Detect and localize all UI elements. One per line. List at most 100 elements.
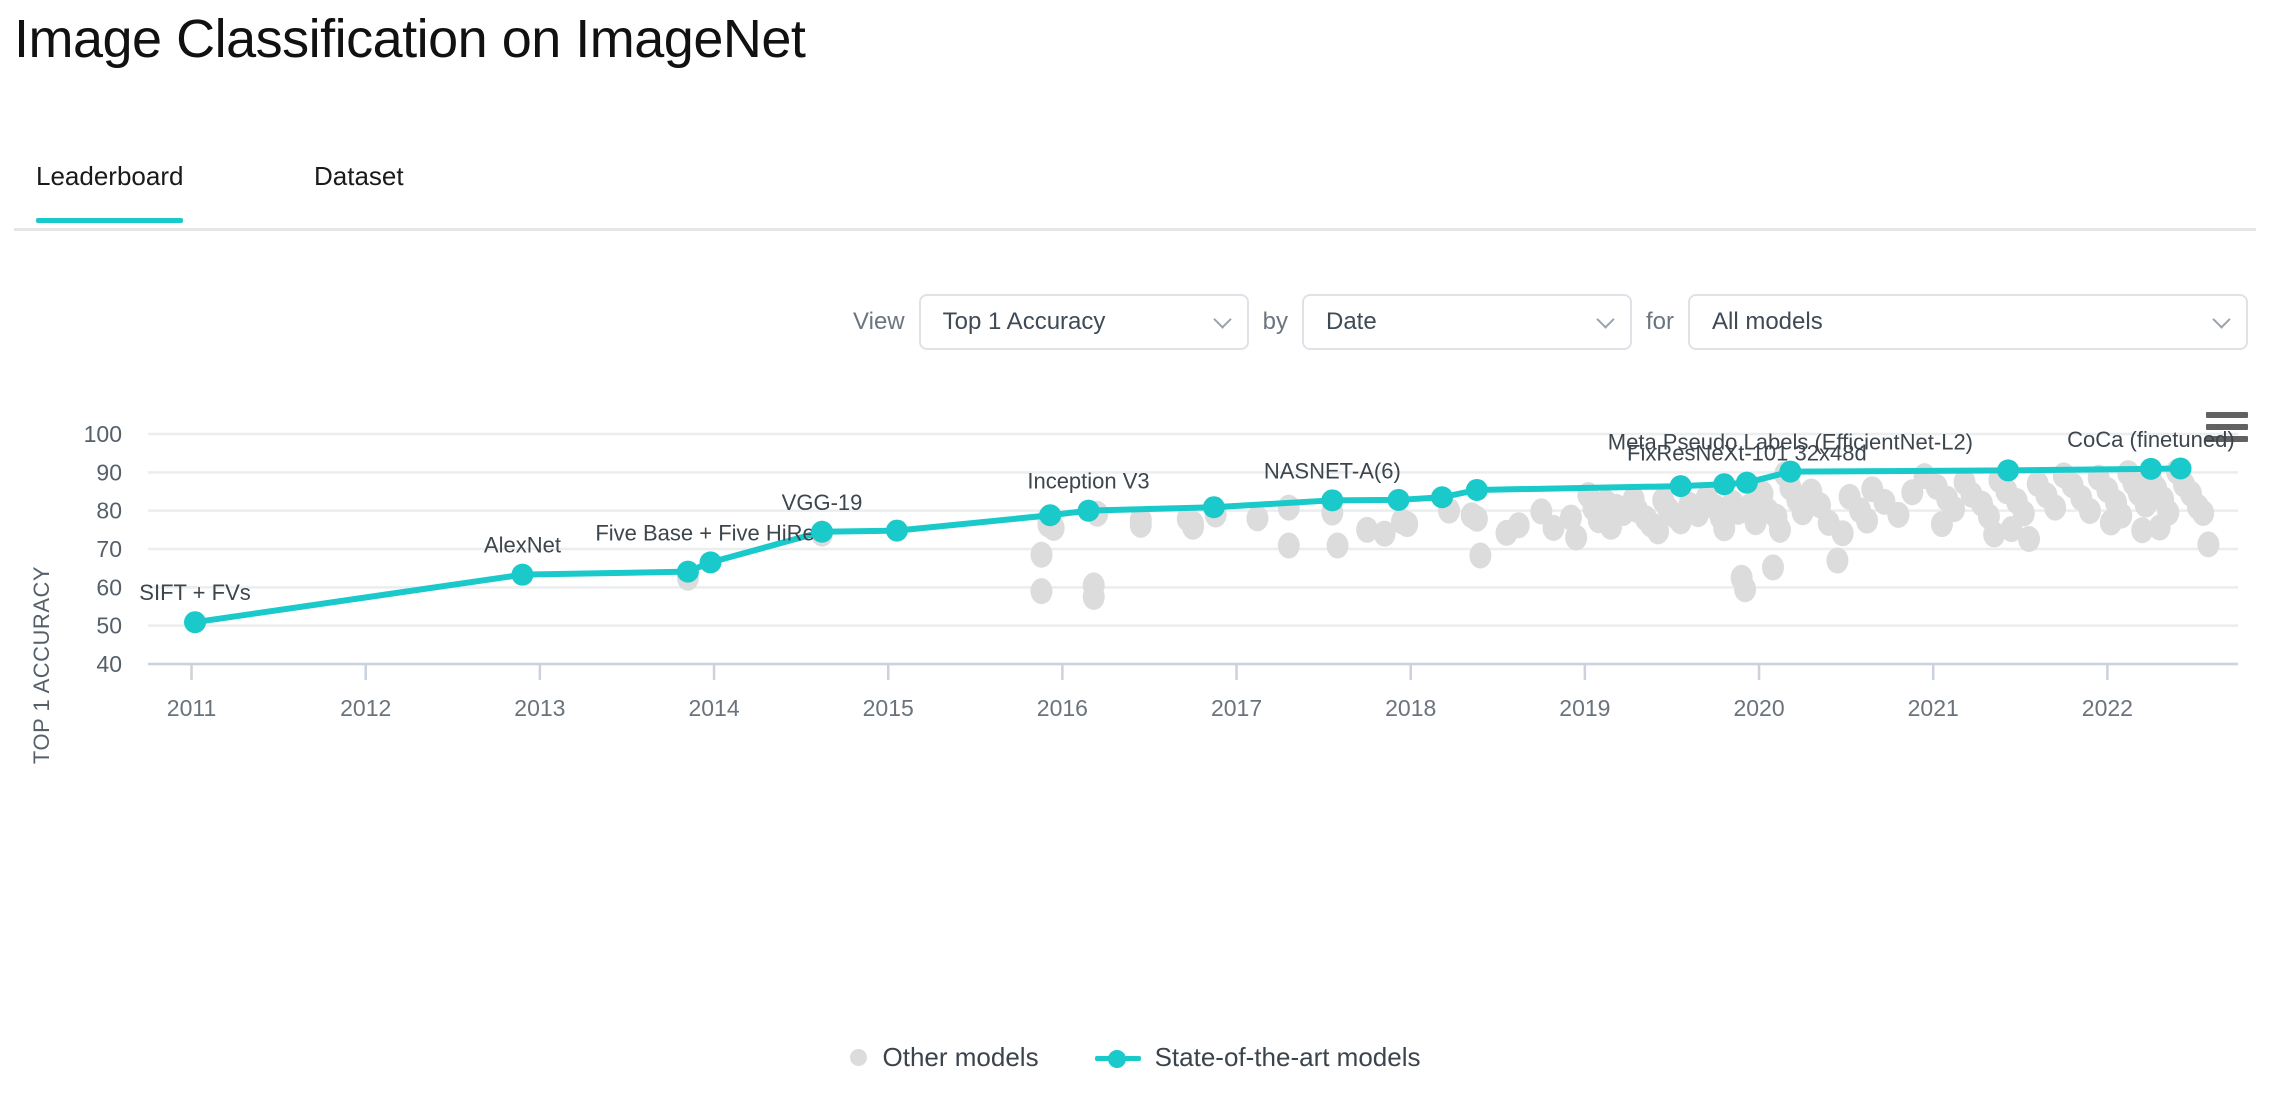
sota-point-label: Five Base + Five HiRes [595,520,825,545]
sota-model-point[interactable] [1202,496,1225,519]
x-axis-tick: 2016 [1037,695,1088,721]
other-model-point[interactable] [1396,511,1419,538]
other-model-point[interactable] [1826,547,1849,574]
chart-legend: Other models State-of-the-art models [0,1042,2270,1073]
leaderboard-page: Image Classification on ImageNet Leaderb… [0,0,2270,1110]
other-model-point[interactable] [1761,554,1784,581]
other-model-point[interactable] [1565,524,1588,551]
other-model-point[interactable] [1182,513,1204,540]
x-axis-tick: 2012 [340,695,391,721]
other-model-point[interactable] [2131,517,2154,544]
sota-model-point[interactable] [1713,473,1736,496]
x-axis-tick: 2019 [1559,695,1610,721]
axis-select-value: Date [1325,308,1377,335]
chart-container: TOP 1 ACCURACY 40 50 60 70 80 90 100 2011 2012 20… [0,390,2270,1110]
tab-dataset[interactable]: Dataset [314,155,404,192]
sota-model-point[interactable] [1039,504,1062,527]
sota-model-point[interactable] [676,560,699,583]
gray-dot-icon [849,1049,867,1066]
sota-point-label: Inception V3 [1027,469,1149,494]
axis-select[interactable]: Date [1301,294,1632,350]
y-axis-tick: 60 [96,574,122,600]
filter-for-label: for [1645,308,1674,335]
other-model-point[interactable] [2044,494,2067,521]
other-model-point[interactable] [1856,507,1879,534]
x-axis-tick: 2011 [167,695,216,721]
tab-active-underline [36,218,184,223]
y-axis-tick: 70 [96,536,122,562]
sota-model-point[interactable] [1997,459,2020,482]
legend-sota-models-label: State-of-the-art models [1154,1042,1421,1072]
x-axis-tick: 2013 [514,695,565,721]
x-axis-tick: 2014 [688,695,739,721]
sota-model-point[interactable] [699,551,722,574]
other-model-point[interactable] [1600,513,1622,540]
y-axis-tick: 90 [96,459,122,485]
tab-leaderboard-label: Leaderboard [36,161,184,191]
other-model-point[interactable] [1734,576,1757,603]
other-model-point[interactable] [2078,498,2101,525]
chevron-down-icon [2212,310,2231,329]
other-model-point[interactable] [1647,518,1670,545]
other-model-point[interactable] [1129,511,1152,538]
sota-model-point[interactable] [1735,471,1758,494]
other-model-point[interactable] [1495,519,1518,546]
metric-select[interactable]: Top 1 Accuracy [918,294,1249,350]
sota-model-point[interactable] [811,520,834,543]
sota-model-point[interactable] [2169,457,2192,480]
x-axis-tick: 2020 [1733,695,1784,721]
sota-point-label: AlexNet [484,533,561,558]
other-model-point[interactable] [2099,509,2122,536]
scatter-plot: 40 50 60 70 80 90 100 2011 2012 2013 2014 2015 2016 2… [84,421,2238,721]
sota-model-point[interactable] [184,611,207,634]
chevron-down-icon [1212,310,1232,329]
sota-model-point[interactable] [1321,489,1344,512]
y-axis-tick: 50 [96,613,122,639]
sota-model-point[interactable] [1387,488,1410,511]
other-model-point[interactable] [1469,542,1492,569]
other-model-point[interactable] [1030,541,1053,568]
other-model-point[interactable] [2192,499,2215,526]
other-model-point[interactable] [1983,521,2006,548]
sota-model-point[interactable] [1465,478,1488,501]
sota-model-point[interactable] [1779,460,1802,483]
sota-model-point[interactable] [1669,475,1692,498]
sota-model-point[interactable] [1077,499,1100,522]
sota-model-point[interactable] [2139,457,2162,480]
page-title: Image Classification on ImageNet [14,9,806,69]
tab-inactive-underline [314,218,404,223]
other-model-point[interactable] [1768,516,1791,543]
chevron-down-icon [1596,310,1615,329]
filter-bar: View Top 1 Accuracy by Date for All mode… [0,288,2270,356]
other-model-point[interactable] [1030,578,1053,605]
other-model-point[interactable] [1277,532,1300,559]
sota-point-label: CoCa (finetuned) [2067,427,2235,452]
x-axis-tick: 2021 [1908,695,1959,721]
other-model-point[interactable] [1930,511,1953,538]
sota-model-point[interactable] [511,563,534,586]
tab-bar: Leaderboard Dataset [0,155,2270,233]
other-model-point[interactable] [1082,583,1105,610]
scope-select[interactable]: All models [1688,294,2248,350]
tab-dataset-label: Dataset [314,161,404,191]
tab-leaderboard[interactable]: Leaderboard [36,155,184,223]
sota-model-point[interactable] [885,519,908,542]
filter-by-label: by [1262,308,1288,335]
x-axis-tick: 2022 [2082,695,2133,721]
other-model-point[interactable] [1326,532,1349,559]
x-axis-tick: 2018 [1385,695,1436,721]
other-model-point[interactable] [1831,520,1854,547]
legend-item-other-models[interactable]: Other models [849,1042,1039,1073]
sota-model-point[interactable] [1431,486,1454,509]
other-model-point[interactable] [1465,505,1488,532]
other-model-point[interactable] [1246,505,1269,532]
legend-other-models-label: Other models [882,1042,1039,1072]
y-axis-tick: 80 [96,498,122,524]
other-model-point[interactable] [1887,501,1910,528]
legend-item-sota-models[interactable]: State-of-the-art models [1094,1042,1421,1073]
sota-point-label: NASNET-A(6) [1264,458,1401,483]
other-model-point[interactable] [1373,520,1396,547]
other-model-point[interactable] [1277,494,1300,521]
other-model-point[interactable] [2197,531,2220,558]
y-axis-tick: 100 [84,421,122,447]
